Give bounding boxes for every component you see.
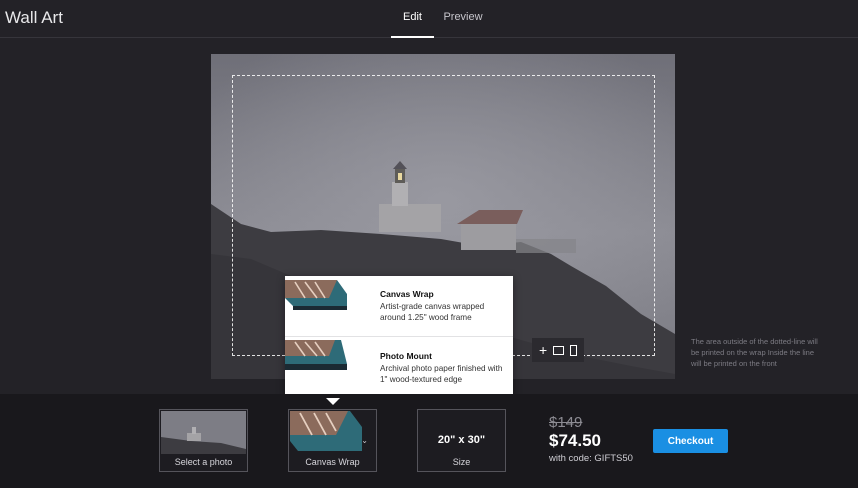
photo-thumbnail — [161, 411, 246, 454]
checkout-button[interactable]: Checkout — [653, 429, 728, 453]
tab-preview[interactable]: Preview — [439, 11, 487, 38]
original-price: $149 — [549, 414, 583, 431]
canvas-wrap-thumbnail — [290, 411, 375, 454]
wrap-note: The area outside of the dotted-line will… — [691, 337, 818, 368]
canvas-wrap-thumbnail — [285, 276, 347, 320]
promo-code: with code: GIFTS50 — [549, 453, 633, 464]
size-label: Size — [452, 457, 471, 467]
app-title: Wall Art — [5, 8, 63, 27]
option-canvas-wrap[interactable]: Canvas Wrap Artist-grade canvas wrapped … — [285, 276, 513, 337]
size-value: 20" x 30" — [437, 434, 486, 446]
top-header: Wall Art Edit Preview — [0, 0, 858, 38]
product-type-label: Canvas Wrap — [305, 457, 360, 467]
option-name: Canvas Wrap — [380, 289, 434, 299]
product-popover: Canvas Wrap Artist-grade canvas wrapped … — [285, 276, 513, 399]
option-description: Archival photo paper finished with 1" wo… — [380, 364, 503, 384]
select-photo-label: Select a photo — [174, 457, 233, 467]
zoom-controls: + — [532, 338, 584, 362]
option-photo-mount[interactable]: Photo Mount Archival photo paper finishe… — [285, 338, 513, 399]
square-crop-icon[interactable] — [553, 345, 565, 355]
option-description: Artist-grade canvas wrapped around 1.25"… — [380, 302, 485, 322]
plus-icon[interactable]: + — [539, 343, 547, 357]
popover-arrow — [326, 398, 340, 405]
select-photo-button[interactable]: Select a photo — [159, 409, 248, 472]
tab-edit[interactable]: Edit — [391, 11, 434, 38]
portrait-crop-icon[interactable] — [570, 344, 578, 356]
chevron-down-icon: ⌄ — [361, 436, 368, 445]
size-selector[interactable]: 20" x 30" Size — [417, 409, 506, 472]
option-name: Photo Mount — [380, 351, 432, 361]
sale-price: $74.50 — [549, 431, 601, 450]
product-type-dropdown[interactable]: ⌄ Canvas Wrap — [288, 409, 377, 472]
photo-mount-thumbnail — [285, 338, 347, 382]
